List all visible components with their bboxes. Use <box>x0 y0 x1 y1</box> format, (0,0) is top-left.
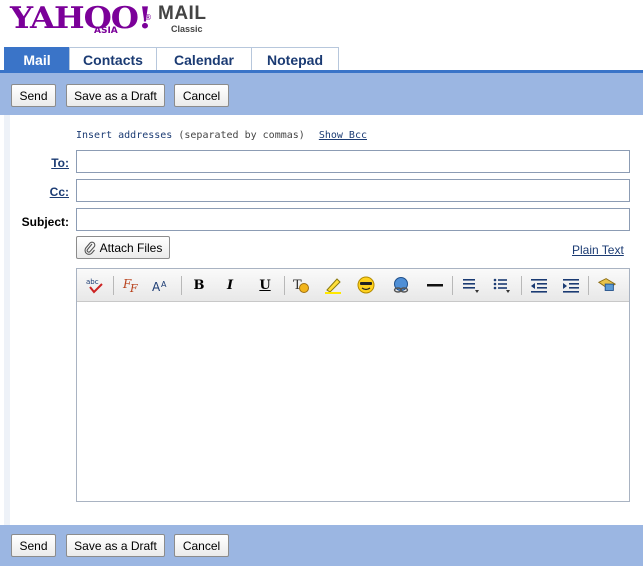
header: YAHOO! ASIA ® MAIL Classic <box>0 0 643 46</box>
toolbar-separator <box>452 276 453 295</box>
cancel-button-bottom[interactable]: Cancel <box>174 534 229 557</box>
attach-files-label: Attach Files <box>99 240 163 255</box>
top-action-bar: Send Save as a Draft Cancel <box>0 73 643 115</box>
toolbar-separator <box>113 276 114 295</box>
svg-text:A: A <box>152 280 161 294</box>
font-face-icon[interactable]: FF <box>121 275 141 295</box>
paperclip-icon <box>84 241 95 255</box>
stationery-icon[interactable] <box>597 275 617 295</box>
svg-text:A: A <box>161 280 167 289</box>
address-hint: Insert addresses (separated by commas) S… <box>76 130 367 141</box>
plain-text-link[interactable]: Plain Text <box>572 243 624 257</box>
product-name: MAIL <box>158 3 207 24</box>
spellcheck-icon[interactable]: abc <box>85 275 105 295</box>
text-color-icon[interactable]: T <box>291 275 311 295</box>
bold-icon[interactable]: B <box>189 275 209 295</box>
message-editor: abc FF AA B I U T <box>76 268 630 502</box>
message-body-input[interactable] <box>77 302 629 501</box>
bullet-list-icon[interactable] <box>492 275 512 295</box>
toolbar-separator <box>284 276 285 295</box>
underline-icon[interactable]: U <box>255 275 275 295</box>
tab-notepad[interactable]: Notepad <box>251 47 339 71</box>
tab-mail[interactable]: Mail <box>4 47 70 71</box>
cancel-button[interactable]: Cancel <box>174 84 229 107</box>
logo-registered-mark: ® <box>144 13 152 22</box>
italic-icon[interactable]: I <box>220 275 240 295</box>
font-size-icon[interactable]: AA <box>151 275 171 295</box>
address-hint-main: Insert addresses <box>76 130 173 141</box>
emoticon-icon[interactable] <box>356 275 376 295</box>
horizontal-rule-icon[interactable] <box>425 275 445 295</box>
cc-label-link[interactable]: Cc: <box>40 185 69 199</box>
tab-calendar[interactable]: Calendar <box>156 47 252 71</box>
toolbar-separator <box>521 276 522 295</box>
subject-label: Subject: <box>21 215 69 229</box>
yahoo-logo[interactable]: YAHOO! <box>10 2 152 36</box>
toolbar-separator <box>588 276 589 295</box>
send-button[interactable]: Send <box>11 84 56 107</box>
show-bcc-link[interactable]: Show Bcc <box>319 130 367 141</box>
main-tabs: Mail Contacts Calendar Notepad <box>4 47 339 71</box>
outdent-icon[interactable] <box>529 275 549 295</box>
save-draft-button-bottom[interactable]: Save as a Draft <box>66 534 165 557</box>
hyperlink-icon[interactable] <box>391 275 411 295</box>
subject-input[interactable] <box>76 208 630 231</box>
save-draft-button[interactable]: Save as a Draft <box>66 84 165 107</box>
editor-toolbar: abc FF AA B I U T <box>77 269 629 302</box>
indent-icon[interactable] <box>561 275 581 295</box>
attach-files-button[interactable]: Attach Files <box>76 236 170 259</box>
to-label-link[interactable]: To: <box>40 156 69 170</box>
bottom-action-bar: Send Save as a Draft Cancel <box>0 525 643 566</box>
svg-text:F: F <box>129 282 138 294</box>
svg-text:abc: abc <box>86 278 99 286</box>
logo-region: ASIA <box>94 26 118 36</box>
address-hint-rest: (separated by commas) <box>178 130 305 141</box>
highlight-icon[interactable] <box>323 275 343 295</box>
toolbar-separator <box>181 276 182 295</box>
send-button-bottom[interactable]: Send <box>11 534 56 557</box>
to-input[interactable] <box>76 150 630 173</box>
cc-input[interactable] <box>76 179 630 202</box>
product-edition: Classic <box>171 24 203 34</box>
tab-contacts[interactable]: Contacts <box>69 47 157 71</box>
align-icon[interactable] <box>461 275 481 295</box>
